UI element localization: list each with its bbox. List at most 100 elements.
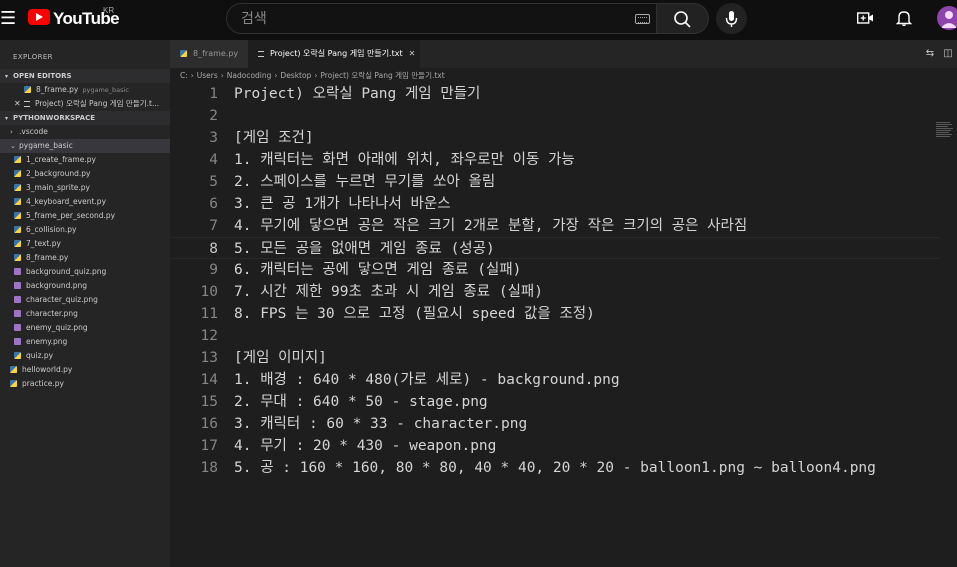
region-code: KR [103,6,115,15]
line-text: 3. 캐릭터 : 60 * 33 - character.png [234,416,528,432]
tab-project-txt[interactable]: Project) 오락실 Pang 게임 만들기.txt ✕ [248,40,420,68]
tree-item-label: 4_keyboard_event.py [26,197,107,206]
editor-actions: ⇆ ◫ [921,40,957,68]
line-text: Project) 오락실 Pang 게임 만들기 [234,86,481,102]
line-text: 1. 캐릭터는 화면 아래에 위치, 좌우로만 이동 가능 [234,152,575,168]
voice-search-button[interactable] [716,3,747,34]
open-editors-label: OPEN EDITORS [13,72,72,80]
breadcrumb-separator-icon: › [274,71,278,80]
search-box [226,3,657,34]
code-line[interactable]: 9 6. 캐릭터는 공에 닿으면 게임 종료 (실패) [170,259,940,281]
file-item[interactable]: helloworld.py [0,363,170,377]
open-editor-item-active[interactable]: ✕ Project) 오락실 Pang 게임 만들기.t... [0,97,170,111]
line-number: 7 [209,218,218,234]
code-line[interactable]: 11 8. FPS 는 30 으로 고정 (필요시 speed 값을 조정) [170,303,940,325]
file-item[interactable]: background_quiz.png [0,265,170,279]
folder-item[interactable]: ⌄ pygame_basic [0,139,170,153]
file-item[interactable]: 5_frame_per_second.py [0,209,170,223]
notifications-button[interactable] [895,9,913,27]
search-icon [674,11,691,28]
code-line[interactable]: 1 Project) 오락실 Pang 게임 만들기 [170,83,940,105]
text-file-icon [258,51,264,57]
code-line[interactable]: 6 3. 큰 공 1개가 나타나서 바운스 [170,193,940,215]
python-file-icon [10,380,17,387]
file-item[interactable]: character_quiz.png [0,293,170,307]
file-item[interactable]: practice.py [0,377,170,391]
code-line[interactable]: 17 4. 무기 : 20 * 430 - weapon.png [170,435,940,457]
file-item[interactable]: quiz.py [0,349,170,363]
workspace-header[interactable]: ▾ PYTHONWORKSPACE [0,111,170,125]
tree-item-label: background.png [26,281,88,290]
line-number: 12 [200,328,218,344]
breadcrumb-item[interactable]: C: [180,71,188,80]
tree-item-label: 8_frame.py [26,253,69,262]
close-tab-icon[interactable]: ✕ [409,40,416,68]
tab-label: 8_frame.py [193,49,239,58]
breadcrumb-item[interactable]: Desktop [280,71,311,80]
line-number: 18 [200,460,218,476]
code-line[interactable]: 4 1. 캐릭터는 화면 아래에 위치, 좌우로만 이동 가능 [170,149,940,171]
keyboard-icon[interactable] [635,14,650,24]
line-number: 3 [209,130,218,146]
code-line[interactable]: 14 1. 배경 : 640 * 480(가로 세로) - background.… [170,369,940,391]
python-file-icon [24,86,31,93]
file-item[interactable]: background.png [0,279,170,293]
file-item[interactable]: 6_collision.py [0,223,170,237]
youtube-logo-icon[interactable] [28,9,50,25]
search-input[interactable] [241,9,621,29]
code-line[interactable]: 3 [게임 조건] [170,127,940,149]
code-line[interactable]: 16 3. 캐릭터 : 60 * 33 - character.png [170,413,940,435]
file-item[interactable]: enemy_quiz.png [0,321,170,335]
minimap[interactable] [936,122,953,142]
python-file-icon [14,156,21,163]
tree-item-label: pygame_basic [19,141,73,150]
code-line[interactable]: 2 [170,105,940,127]
code-line[interactable]: 10 7. 시간 제한 99초 초과 시 게임 종료 (실패) [170,281,940,303]
folder-item[interactable]: › .vscode [0,125,170,139]
file-item[interactable]: 4_keyboard_event.py [0,195,170,209]
code-line[interactable]: 7 4. 무기에 닿으면 공은 작은 크기 2개로 분할, 가장 작은 크기의 공… [170,215,940,237]
text-file-icon [24,101,30,107]
breadcrumb-item[interactable]: Project) 오락실 Pang 게임 만들기.txt [320,71,444,80]
file-item[interactable]: 8_frame.py [0,251,170,265]
code-line[interactable]: 18 5. 공 : 160 * 160, 80 * 80, 40 * 40, 20… [170,457,940,479]
tree-item-label: character.png [26,309,78,318]
tree-item-label: 2_background.py [26,169,91,178]
code-line[interactable]: 5 2. 스페이스를 누르면 무기를 쏘아 올림 [170,171,940,193]
line-text: 6. 캐릭터는 공에 닿으면 게임 종료 (실패) [234,262,522,278]
avatar[interactable] [937,6,957,30]
file-item[interactable]: character.png [0,307,170,321]
file-item[interactable]: 7_text.py [0,237,170,251]
python-file-icon [14,184,21,191]
open-editors-header[interactable]: ▾ OPEN EDITORS [0,69,170,83]
code-line[interactable]: 13 [게임 이미지] [170,347,940,369]
tree-item-label: character_quiz.png [26,295,98,304]
breadcrumb-item[interactable]: Users [197,71,218,80]
microphone-icon [725,11,738,27]
create-video-button[interactable] [856,10,874,24]
breadcrumb-separator-icon: › [220,71,224,80]
file-item[interactable]: 3_main_sprite.py [0,181,170,195]
file-item[interactable]: enemy.png [0,335,170,349]
image-file-icon [14,338,21,345]
line-text: 4. 무기 : 20 * 430 - weapon.png [234,438,497,454]
code-line[interactable]: 12 [170,325,940,347]
code-line[interactable]: 8 5. 모든 공을 없애면 게임 종료 (성공) [170,237,940,259]
file-item[interactable]: 2_background.py [0,167,170,181]
tree-item-label: 5_frame_per_second.py [26,211,116,220]
tab-8-frame[interactable]: 8_frame.py [170,40,248,68]
split-editor-icon[interactable]: ◫ [939,40,957,68]
file-item[interactable]: 1_create_frame.py [0,153,170,167]
code-line[interactable]: 15 2. 무대 : 640 * 50 - stage.png [170,391,940,413]
close-icon[interactable]: ✕ [14,97,24,111]
workspace-label: PYTHONWORKSPACE [13,114,95,122]
open-editor-item[interactable]: 8_frame.py pygame_basic [0,83,170,97]
chevron-right-icon: › [10,128,13,136]
search-button[interactable] [657,3,709,34]
tab-label: Project) 오락실 Pang 게임 만들기.txt [270,49,403,58]
text-editor[interactable]: 1 Project) 오락실 Pang 게임 만들기 2 3 [게임 조건] 4 1. 캐릭… [170,83,957,567]
open-changes-icon[interactable]: ⇆ [921,40,939,68]
line-text: 5. 모든 공을 없애면 게임 종료 (성공) [234,241,495,257]
breadcrumb-item[interactable]: Nadocoding [227,71,272,80]
hamburger-menu-icon[interactable]: ☰ [0,9,16,29]
